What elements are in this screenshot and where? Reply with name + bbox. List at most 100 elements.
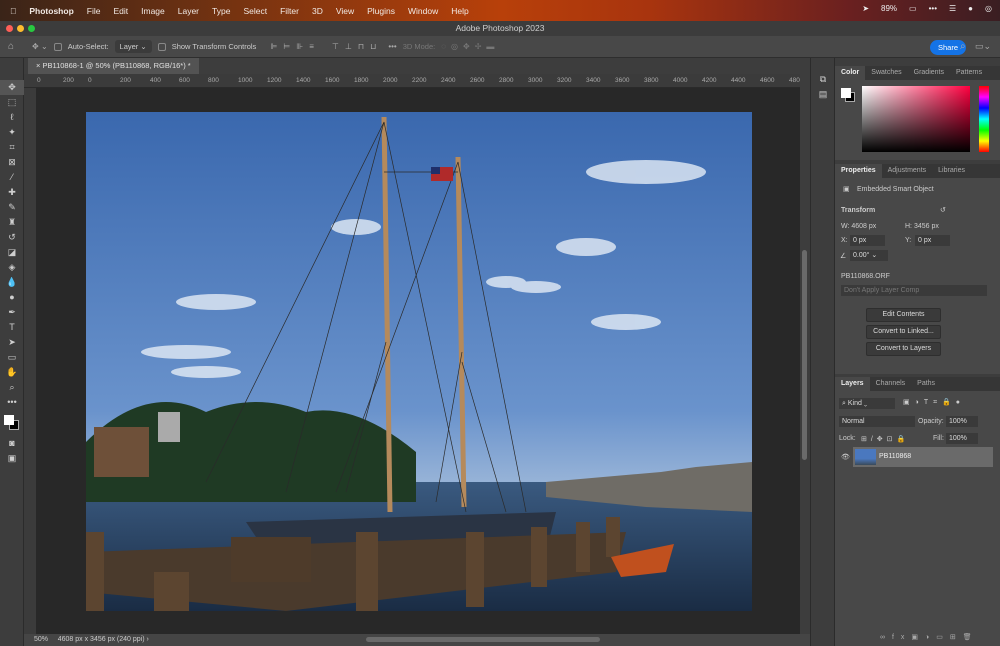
more-tools[interactable]: •••: [0, 395, 24, 410]
layer-type-label: Embedded Smart Object: [857, 186, 934, 193]
foreground-color[interactable]: [841, 88, 851, 98]
comments-panel-icon[interactable]: ▤: [811, 87, 835, 102]
tab-properties[interactable]: Properties: [835, 164, 882, 178]
angle-field[interactable]: 0.00° ⌄: [850, 250, 888, 261]
document-info[interactable]: 4608 px x 3456 px (240 ppi): [58, 636, 145, 643]
history-brush-tool[interactable]: ↺: [0, 230, 24, 245]
menu-select[interactable]: Select: [243, 6, 267, 16]
horizontal-scroll-thumb[interactable]: [366, 637, 600, 642]
tab-gradients[interactable]: Gradients: [908, 66, 950, 80]
type-tool[interactable]: T: [0, 320, 24, 335]
control-center-icon[interactable]: ☰: [949, 4, 956, 13]
brush-tool[interactable]: ✎: [0, 200, 24, 215]
menu-3d[interactable]: 3D: [312, 6, 323, 16]
eyedropper-tool[interactable]: ⁄: [0, 170, 24, 185]
lasso-tool[interactable]: ℓ: [0, 110, 24, 125]
siri-icon[interactable]: ●: [968, 4, 973, 13]
reset-transform-icon[interactable]: ↺: [940, 206, 946, 214]
menu-edit[interactable]: Edit: [113, 6, 128, 16]
menu-layer[interactable]: Layer: [178, 6, 199, 16]
zoom-level[interactable]: 50%: [34, 636, 48, 643]
menu-file[interactable]: File: [87, 6, 101, 16]
screen-mode-icon[interactable]: ▣: [0, 451, 24, 466]
hand-tool[interactable]: ✋: [0, 365, 24, 380]
healing-tool[interactable]: ✚: [0, 185, 24, 200]
tab-layers[interactable]: Layers: [835, 377, 870, 391]
magic-wand-tool[interactable]: ✦: [0, 125, 24, 140]
blur-tool[interactable]: 💧: [0, 275, 24, 290]
auto-select-checkbox[interactable]: [53, 42, 62, 51]
menu-help[interactable]: Help: [451, 6, 468, 16]
distribute-icons[interactable]: ⊤⊥⊓⊔: [332, 42, 382, 51]
zoom-window-button[interactable]: [28, 25, 35, 32]
layer-filter-dropdown[interactable]: ⌕ Kind ⌄: [839, 398, 895, 409]
convert-to-linked-button[interactable]: Convert to Linked...: [866, 325, 941, 339]
close-window-button[interactable]: [6, 25, 13, 32]
pen-tool[interactable]: ✒: [0, 305, 24, 320]
menu-window[interactable]: Window: [408, 6, 438, 16]
convert-to-layers-button[interactable]: Convert to Layers: [866, 342, 941, 356]
layer-footer-icons[interactable]: ∞fx▣◑▭⊞🗑: [880, 633, 979, 641]
edit-contents-button[interactable]: Edit Contents: [866, 308, 941, 322]
quick-mask-icon[interactable]: ◙: [0, 436, 24, 451]
path-selection-tool[interactable]: ➤: [0, 335, 24, 350]
tab-patterns[interactable]: Patterns: [950, 66, 988, 80]
frame-tool[interactable]: ⊠: [0, 155, 24, 170]
x-field[interactable]: 0 px: [850, 235, 885, 246]
visibility-eye-icon[interactable]: 👁: [841, 453, 850, 461]
apple-icon[interactable]: : [10, 6, 16, 16]
rectangle-tool[interactable]: ▭: [0, 350, 24, 365]
move-tool[interactable]: ✥: [0, 80, 24, 95]
lock-icons[interactable]: ⊞/✥⊡🔒: [861, 435, 909, 443]
crop-tool[interactable]: ⌗: [0, 140, 24, 155]
layer-name[interactable]: PB110868: [879, 453, 911, 460]
ruler-label: 1400: [296, 77, 311, 84]
layer-filter-icons[interactable]: ▣◑T⌗🔒●: [903, 398, 965, 407]
menu-image[interactable]: Image: [141, 6, 165, 16]
clone-stamp-tool[interactable]: ♜: [0, 215, 24, 230]
fill-field[interactable]: 100%: [946, 433, 978, 444]
workspace-icon[interactable]: ▭⌄: [975, 41, 991, 52]
y-field[interactable]: 0 px: [915, 235, 950, 246]
home-icon[interactable]: ⌂: [8, 41, 14, 52]
chevron-right-icon[interactable]: ›: [147, 636, 149, 643]
document-tab[interactable]: × PB110868-1 @ 50% (PB110868, RGB/16*) *: [28, 58, 199, 74]
tab-paths[interactable]: Paths: [911, 377, 941, 391]
show-transform-checkbox[interactable]: [157, 42, 166, 51]
move-tool-icon[interactable]: ✥ ⌄: [32, 42, 48, 51]
eraser-tool[interactable]: ◪: [0, 245, 24, 260]
color-swatches[interactable]: [0, 410, 23, 436]
more-options-icon[interactable]: •••: [388, 42, 396, 51]
document-image[interactable]: [86, 112, 752, 611]
battery-icon[interactable]: ▭: [909, 4, 917, 13]
menu-view[interactable]: View: [336, 6, 354, 16]
opacity-field[interactable]: 100%: [946, 416, 978, 427]
menu-plugins[interactable]: Plugins: [367, 6, 395, 16]
marquee-tool[interactable]: ⬚: [0, 95, 24, 110]
tab-channels[interactable]: Channels: [870, 377, 912, 391]
paint-bucket-tool[interactable]: ◈: [0, 260, 24, 275]
layer-comp-dropdown[interactable]: Don't Apply Layer Comp: [841, 285, 987, 296]
align-icons[interactable]: ⊫⊨⊪≡: [270, 42, 320, 51]
tab-libraries[interactable]: Libraries: [932, 164, 971, 178]
vertical-scroll-thumb[interactable]: [802, 250, 807, 460]
hue-slider[interactable]: [979, 86, 989, 152]
power-icon[interactable]: ◎: [985, 4, 992, 13]
zoom-tool[interactable]: ⌕: [0, 380, 24, 395]
auto-select-dropdown[interactable]: Layer ⌄: [114, 40, 152, 53]
blend-mode-dropdown[interactable]: Normal: [839, 416, 915, 427]
dodge-tool[interactable]: ●: [0, 290, 24, 305]
menu-filter[interactable]: Filter: [280, 6, 299, 16]
menu-app[interactable]: Photoshop: [29, 6, 73, 16]
menu-type[interactable]: Type: [212, 6, 230, 16]
foreground-color[interactable]: [4, 415, 14, 425]
minimize-window-button[interactable]: [17, 25, 24, 32]
color-field[interactable]: [862, 86, 970, 152]
history-panel-icon[interactable]: ⧉: [811, 72, 835, 87]
tab-color[interactable]: Color: [835, 66, 866, 80]
tab-adjustments[interactable]: Adjustments: [882, 164, 933, 178]
tab-swatches[interactable]: Swatches: [865, 66, 907, 80]
layer-row[interactable]: PB110868: [853, 447, 993, 467]
more-icon[interactable]: •••: [929, 4, 937, 13]
search-icon[interactable]: ⌕: [960, 41, 966, 52]
